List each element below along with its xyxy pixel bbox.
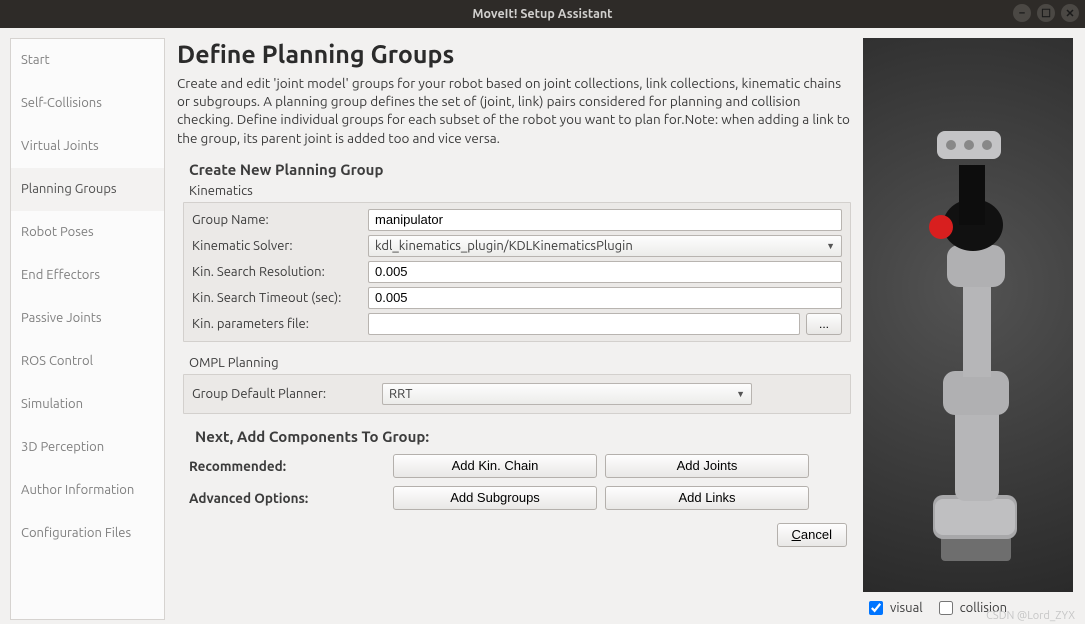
default-planner-label: Group Default Planner: (192, 387, 382, 401)
ompl-heading: OMPL Planning (189, 356, 851, 370)
search-res-label: Kin. Search Resolution: (192, 265, 368, 279)
add-kin-chain-button[interactable]: Add Kin. Chain (393, 454, 597, 478)
kin-solver-dropdown[interactable]: kdl_kinematics_plugin/KDLKinematicsPlugi… (368, 235, 842, 257)
visual-checkbox-input[interactable] (869, 601, 883, 615)
title-bar: MoveIt! Setup Assistant – ☐ ✕ (0, 0, 1085, 28)
browse-params-button[interactable]: ... (806, 313, 842, 335)
sidebar-item-passive-joints[interactable]: Passive Joints (11, 297, 164, 340)
sidebar-item-ros-control[interactable]: ROS Control (11, 340, 164, 383)
sidebar-item-author-information[interactable]: Author Information (11, 469, 164, 512)
cancel-button[interactable]: Cancel (777, 523, 847, 547)
minimize-icon[interactable]: – (1013, 4, 1031, 22)
chevron-down-icon: ▼ (826, 241, 835, 251)
default-planner-value: RRT (389, 387, 412, 401)
params-file-label: Kin. parameters file: (192, 317, 368, 331)
kinematics-label: Kinematics (189, 184, 851, 198)
page-title: Define Planning Groups (177, 40, 851, 68)
collision-checkbox-input[interactable] (939, 601, 953, 615)
add-subgroups-button[interactable]: Add Subgroups (393, 486, 597, 510)
kinematics-group: Group Name: Kinematic Solver: kdl_kinema… (183, 202, 851, 342)
sidebar-item-end-effectors[interactable]: End Effectors (11, 254, 164, 297)
robot-3d-viewer[interactable] (863, 38, 1073, 592)
watermark: CSDN @Lord_ZYX (986, 610, 1075, 622)
sidebar-item-planning-groups[interactable]: Planning Groups (11, 168, 164, 211)
robot-model-icon (863, 38, 1073, 592)
sidebar-item-robot-poses[interactable]: Robot Poses (11, 211, 164, 254)
recommended-label: Recommended: (189, 458, 389, 474)
sidebar-item-3d-perception[interactable]: 3D Perception (11, 426, 164, 469)
chevron-down-icon: ▼ (736, 389, 745, 399)
window-title: MoveIt! Setup Assistant (472, 7, 612, 21)
params-file-input[interactable] (368, 313, 800, 335)
create-group-heading: Create New Planning Group (189, 161, 851, 178)
visual-checkbox-label: visual (890, 601, 923, 615)
advanced-label: Advanced Options: (189, 490, 389, 506)
visual-checkbox[interactable]: visual (865, 598, 923, 618)
kin-solver-value: kdl_kinematics_plugin/KDLKinematicsPlugi… (375, 239, 633, 253)
sidebar-item-self-collisions[interactable]: Self-Collisions (11, 82, 164, 125)
sidebar: Start Self-Collisions Virtual Joints Pla… (10, 38, 165, 620)
kin-solver-label: Kinematic Solver: (192, 239, 368, 253)
group-name-label: Group Name: (192, 213, 368, 227)
search-timeout-label: Kin. Search Timeout (sec): (192, 291, 368, 305)
sidebar-item-virtual-joints[interactable]: Virtual Joints (11, 125, 164, 168)
ompl-group: Group Default Planner: RRT ▼ (183, 374, 851, 414)
sidebar-item-configuration-files[interactable]: Configuration Files (11, 512, 164, 555)
page-description: Create and edit 'joint model' groups for… (177, 74, 851, 147)
next-heading: Next, Add Components To Group: (195, 428, 851, 445)
sidebar-item-simulation[interactable]: Simulation (11, 383, 164, 426)
search-timeout-input[interactable] (368, 287, 842, 309)
add-joints-button[interactable]: Add Joints (605, 454, 809, 478)
close-icon[interactable]: ✕ (1061, 4, 1079, 22)
search-res-input[interactable] (368, 261, 842, 283)
maximize-icon[interactable]: ☐ (1037, 4, 1055, 22)
default-planner-dropdown[interactable]: RRT ▼ (382, 383, 752, 405)
add-links-button[interactable]: Add Links (605, 486, 809, 510)
sidebar-item-start[interactable]: Start (11, 39, 164, 82)
group-name-input[interactable] (368, 209, 842, 231)
